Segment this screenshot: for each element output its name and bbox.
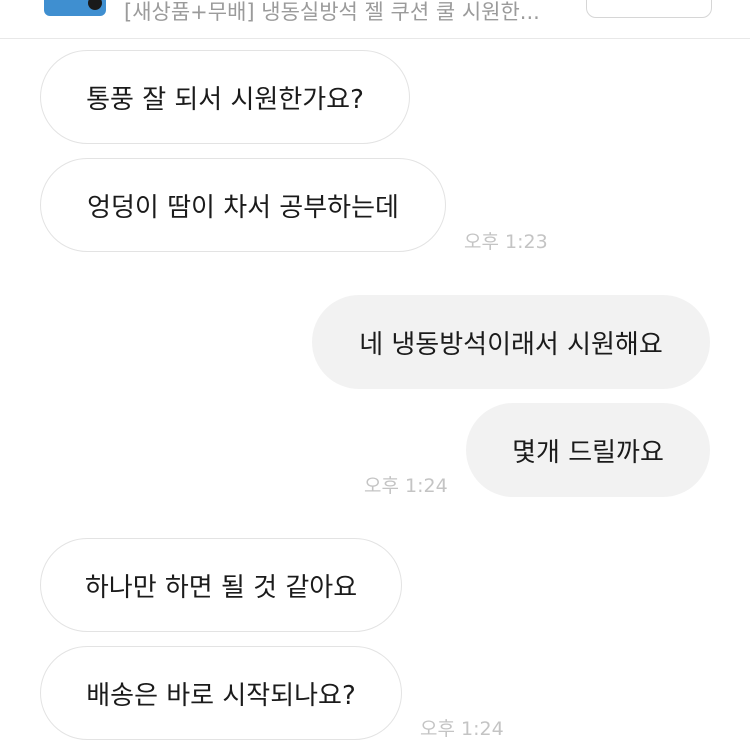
message-bubble-incoming[interactable]: 하나만 하면 될 것 같아요	[40, 538, 402, 632]
message-text: 배송은 바로 시작되나요?	[86, 680, 356, 711]
product-header[interactable]: [새상품+무배] 냉동실방석 젤 쿠션 쿨 시원한...	[0, 0, 750, 39]
chat-screen: [새상품+무배] 냉동실방석 젤 쿠션 쿨 시원한... 통풍 잘 되서 시원한…	[0, 0, 750, 750]
product-title[interactable]: [새상품+무배] 냉동실방석 젤 쿠션 쿨 시원한...	[124, 0, 569, 24]
message-text: 몇개 드릴까요	[512, 437, 664, 468]
product-thumbnail[interactable]	[44, 0, 106, 16]
product-image-dot	[88, 0, 102, 10]
message-text: 네 냉동방석이래서 시원해요	[359, 329, 663, 360]
message-timestamp: 오후 1:24	[420, 718, 504, 740]
message-bubble-incoming[interactable]: 배송은 바로 시작되나요?	[40, 646, 402, 740]
message-bubble-incoming[interactable]: 통풍 잘 되서 시원한가요?	[40, 50, 410, 144]
message-text: 통풍 잘 되서 시원한가요?	[86, 84, 364, 115]
message-timestamp: 오후 1:24	[364, 475, 448, 497]
message-text: 하나만 하면 될 것 같아요	[84, 572, 358, 603]
message-bubble-incoming[interactable]: 엉덩이 땀이 차서 공부하는데	[40, 158, 446, 252]
message-text: 엉덩이 땀이 차서 공부하는데	[87, 192, 399, 223]
message-bubble-outgoing[interactable]: 네 냉동방석이래서 시원해요	[312, 295, 710, 389]
message-bubble-outgoing[interactable]: 몇개 드릴까요	[466, 403, 710, 497]
message-timestamp: 오후 1:23	[464, 231, 548, 253]
header-action-button[interactable]	[586, 0, 712, 18]
